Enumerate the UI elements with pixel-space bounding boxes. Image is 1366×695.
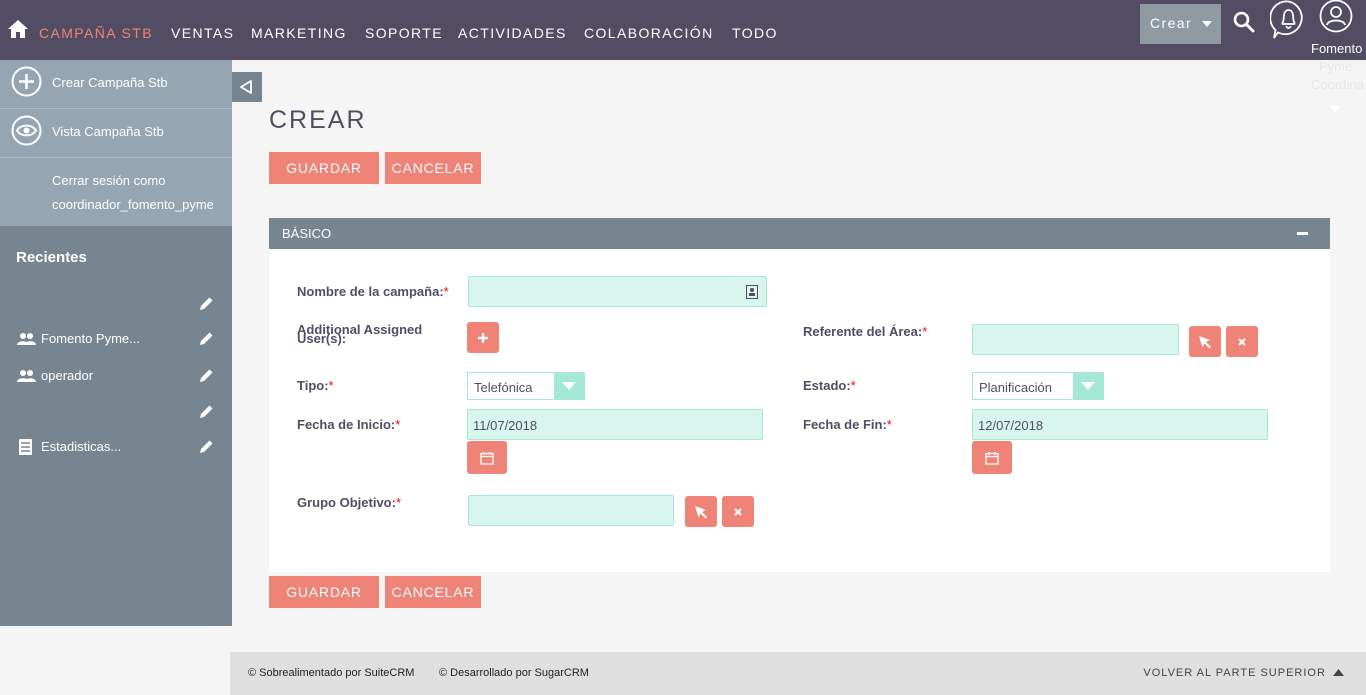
panel-header-basico[interactable]: BÁSICO [269, 218, 1330, 249]
sidebar-action-view-label: Vista Campaña Stb [52, 124, 164, 139]
footer-sugarcrm-link[interactable]: © Desarrollado por SugarCRM [439, 667, 589, 679]
triangle-left-icon [240, 80, 252, 94]
user-name-overflow-line-1: Pyme [1319, 59, 1353, 74]
nav-item-actividades[interactable]: Actividades [458, 25, 567, 41]
page-title: CREAR [269, 106, 367, 134]
create-dropdown-label: Crear [1150, 15, 1193, 31]
area-ref-label: Referente del Área:* [803, 324, 928, 339]
user-name[interactable]: Fomento [1311, 40, 1366, 58]
user-menu-chevron-down-icon[interactable] [1329, 106, 1341, 112]
status-label: Estado:* [803, 378, 856, 393]
users-icon [17, 333, 36, 345]
target-group-input[interactable] [468, 495, 674, 526]
target-group-clear-button[interactable] [722, 496, 754, 527]
type-select[interactable]: Telefónica [467, 372, 585, 400]
sidebar-action-create[interactable]: Crear Campaña Stb [0, 60, 232, 108]
pencil-icon[interactable] [199, 439, 214, 454]
end-date-calendar-button[interactable] [972, 441, 1012, 474]
pencil-icon[interactable] [199, 331, 214, 346]
back-to-top-link[interactable]: Volver al parte superior [1143, 667, 1344, 679]
sidebar-action-create-label: Crear Campaña Stb [52, 75, 168, 90]
cancel-button-bottom[interactable]: Cancelar [385, 576, 481, 608]
target-group-label: Grupo Objetivo:* [297, 495, 402, 510]
close-icon [1238, 337, 1246, 346]
calendar-icon [480, 451, 494, 465]
back-to-top-label: Volver al parte superior [1143, 667, 1326, 679]
search-icon[interactable] [1232, 10, 1256, 34]
add-user-button[interactable] [467, 322, 499, 353]
start-date-calendar-button[interactable] [467, 441, 507, 474]
calendar-icon [985, 451, 999, 465]
recent-item: operador [0, 365, 232, 387]
type-label: Tipo:* [297, 378, 334, 393]
chevron-down-icon [1073, 373, 1103, 399]
cursor-arrow-icon [1199, 335, 1211, 348]
recent-title: Recientes [16, 249, 87, 266]
target-group-select-button[interactable] [685, 496, 717, 527]
sidebar-action-logout-as[interactable]: Cerrar sesión como coordinador_fomento_p… [0, 158, 232, 226]
cursor-arrow-icon [695, 505, 707, 518]
start-date-label: Fecha de Inicio:* [297, 417, 401, 432]
nav-item-colaboracion[interactable]: Colaboración [584, 25, 714, 41]
create-dropdown-button[interactable]: Crear [1140, 4, 1221, 44]
eye-circle-icon [11, 115, 42, 146]
sidebar-action-view[interactable]: Vista Campaña Stb [0, 109, 232, 157]
caret-up-icon [1333, 669, 1344, 676]
recent-item-label[interactable]: Fomento Pyme... [41, 331, 140, 346]
pencil-icon[interactable] [199, 368, 214, 383]
save-button-bottom[interactable]: Guardar [269, 576, 379, 608]
nav-item-marketing[interactable]: Marketing [251, 25, 347, 41]
logout-as-line-1: Cerrar sesión como [52, 173, 166, 188]
nav-item-ventas[interactable]: Ventas [171, 25, 234, 41]
additional-users-label: Additional Assigned User(s): [297, 322, 423, 346]
chevron-down-icon [1202, 21, 1212, 27]
user-avatar-icon[interactable] [1318, 0, 1354, 34]
area-ref-select-button[interactable] [1189, 326, 1221, 357]
area-ref-input[interactable] [972, 324, 1179, 355]
nav-item-todo[interactable]: Todo [732, 25, 778, 41]
save-button-top[interactable]: Guardar [269, 152, 379, 184]
sidebar: Crear Campaña Stb Vista Campaña Stb Cerr… [0, 60, 232, 626]
plus-circle-icon [11, 66, 42, 97]
logout-as-line-2: coordinador_fomento_pyme [52, 197, 214, 212]
user-name-overflow: Pyme Coordina [1311, 58, 1366, 94]
end-date-label: Fecha de Fin:* [803, 417, 892, 432]
user-name-overflow-line-2: Coordina [1311, 77, 1364, 92]
recent-item [0, 293, 232, 315]
end-date-input[interactable]: 12/07/2018 [972, 409, 1268, 440]
notification-bell-icon[interactable] [1270, 0, 1307, 40]
status-select-value: Planificación [979, 380, 1052, 395]
recent-item: Fomento Pyme... [0, 328, 232, 350]
recent-item-label[interactable]: Estadisticas... [41, 439, 121, 454]
chevron-down-icon [554, 373, 584, 399]
recent-item [0, 401, 232, 423]
pencil-icon[interactable] [199, 404, 214, 419]
recent-item: Estadisticas... [0, 436, 232, 458]
campaign-name-input[interactable] [468, 276, 767, 307]
recent-item-label[interactable]: operador [41, 368, 93, 383]
collapse-minus-icon[interactable] [1297, 232, 1308, 235]
contact-card-icon [746, 285, 758, 299]
status-select[interactable]: Planificación [972, 372, 1104, 400]
document-icon [19, 439, 32, 455]
top-navigation-bar: Campaña Stb Ventas Marketing Soporte Act… [0, 0, 1366, 60]
nav-item-soporte[interactable]: Soporte [365, 25, 443, 41]
users-icon [17, 370, 36, 382]
footer-suitecrm-link[interactable]: © Sobrealimentado por SuiteCRM [248, 667, 414, 679]
footer: © Sobrealimentado por SuiteCRM © Desarro… [230, 652, 1366, 695]
close-icon [734, 507, 742, 516]
area-ref-clear-button[interactable] [1226, 326, 1258, 357]
start-date-input[interactable]: 11/07/2018 [467, 409, 763, 440]
type-select-value: Telefónica [474, 380, 533, 395]
cancel-button-top[interactable]: Cancelar [385, 152, 481, 184]
campaign-name-label: Nombre de la campaña:* [297, 284, 449, 299]
plus-icon [478, 332, 488, 343]
nav-item-campana-stb[interactable]: Campaña Stb [39, 25, 153, 41]
home-icon[interactable] [7, 18, 29, 40]
sidebar-collapse-button[interactable] [232, 72, 262, 102]
pencil-icon[interactable] [199, 296, 214, 311]
panel-title: BÁSICO [282, 226, 332, 241]
